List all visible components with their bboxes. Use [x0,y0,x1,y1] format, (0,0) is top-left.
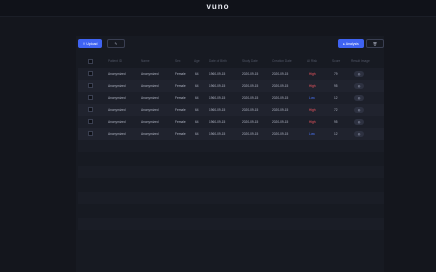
table-row[interactable]: Anonymized Anonymized Female 64 1960-09-… [78,116,384,128]
creation-date-cell: 2020-09-15 [272,108,289,112]
result-image-button[interactable]: ◍ [354,131,364,137]
row-checkbox[interactable] [88,71,93,76]
age-cell: 64 [195,120,199,124]
ai-risk-cell: High [309,84,316,88]
age-cell: 64 [195,108,199,112]
study-date-cell: 2020-09-15 [242,96,259,100]
app-logo: vuno [206,2,230,11]
header-age[interactable]: Age [194,55,200,67]
header-ai-risk[interactable]: AI Risk [307,55,317,67]
score-cell: 12 [334,96,338,100]
upload-button[interactable]: ⇧ Upload [78,39,102,48]
table-row[interactable]: Anonymized Anonymized Female 64 1960-09-… [78,80,384,92]
creation-date-cell: 2020-09-15 [272,84,289,88]
study-date-cell: 2020-09-15 [242,108,259,112]
sex-cell: Female [175,108,186,112]
ai-risk-cell: Low [309,132,315,136]
dob-cell: 1960-09-15 [209,84,226,88]
sex-cell: Female [175,96,186,100]
select-all-checkbox[interactable] [88,59,93,64]
row-checkbox[interactable] [88,119,93,124]
study-date-cell: 2020-09-15 [242,132,259,136]
table-row[interactable]: Anonymized Anonymized Female 64 1960-09-… [78,92,384,104]
patient-id-cell: Anonymized [108,120,126,124]
name-cell: Anonymized [141,108,159,112]
patient-id-cell: Anonymized [108,108,126,112]
row-checkbox[interactable] [88,83,93,88]
creation-date-cell: 2020-09-15 [272,132,289,136]
trash-icon: 🗑 [372,41,378,46]
age-cell: 64 [195,96,199,100]
table-row[interactable]: Anonymized Anonymized Female 64 1960-09-… [78,128,384,140]
ai-risk-cell: High [309,108,316,112]
name-cell: Anonymized [141,120,159,124]
result-image-button[interactable]: ◍ [354,83,364,89]
score-cell: 95 [334,120,338,124]
score-cell: 95 [334,84,338,88]
dob-cell: 1960-09-15 [209,120,226,124]
sex-cell: Female [175,72,186,76]
row-checkbox[interactable] [88,131,93,136]
table-row[interactable]: Anonymized Anonymized Female 64 1960-09-… [78,68,384,80]
study-date-cell: 2020-09-15 [242,72,259,76]
dob-cell: 1960-09-15 [209,132,226,136]
table-row[interactable]: Anonymized Anonymized Female 64 1960-09-… [78,104,384,116]
analysis-button[interactable]: ▸ Analysis [338,39,364,48]
empty-row [78,218,384,230]
creation-date-cell: 2020-09-15 [272,120,289,124]
delete-button[interactable]: 🗑 [366,39,384,48]
empty-row [78,166,384,178]
sex-cell: Female [175,120,186,124]
header-patient-id[interactable]: Patient ID [108,55,122,67]
age-cell: 64 [195,84,199,88]
score-cell: 72 [334,108,338,112]
dob-cell: 1960-09-15 [209,72,226,76]
name-cell: Anonymized [141,72,159,76]
table-header: Patient ID Name Sex Age Date of Birth St… [78,55,384,67]
header-creation-date[interactable]: Creation Date [272,55,292,67]
sex-cell: Female [175,84,186,88]
header-result-image[interactable]: Result Image [351,55,370,67]
header-dob[interactable]: Date of Birth [209,55,227,67]
header-score[interactable]: Score [332,55,340,67]
name-cell: Anonymized [141,132,159,136]
study-date-cell: 2020-09-15 [242,84,259,88]
ai-risk-cell: High [309,72,316,76]
result-image-button[interactable]: ◍ [354,119,364,125]
header-name[interactable]: Name [141,55,150,67]
result-image-button[interactable]: ◍ [354,95,364,101]
name-cell: Anonymized [141,84,159,88]
patient-id-cell: Anonymized [108,84,126,88]
ai-risk-cell: High [309,120,316,124]
empty-row [78,140,384,152]
creation-date-cell: 2020-09-15 [272,96,289,100]
score-cell: 79 [334,72,338,76]
header-study-date[interactable]: Study Date [242,55,258,67]
creation-date-cell: 2020-09-15 [272,72,289,76]
row-checkbox[interactable] [88,107,93,112]
age-cell: 64 [195,72,199,76]
study-date-cell: 2020-09-15 [242,120,259,124]
row-checkbox[interactable] [88,95,93,100]
age-cell: 64 [195,132,199,136]
top-bar: vuno [0,0,436,17]
dob-cell: 1960-09-15 [209,96,226,100]
dob-cell: 1960-09-15 [209,108,226,112]
patient-id-cell: Anonymized [108,72,126,76]
pencil-icon: ✎ [114,41,118,46]
patient-id-cell: Anonymized [108,96,126,100]
sex-cell: Female [175,132,186,136]
header-sex[interactable]: Sex [175,55,181,67]
ai-risk-cell: Low [309,96,315,100]
result-image-button[interactable]: ◍ [354,107,364,113]
patient-id-cell: Anonymized [108,132,126,136]
name-cell: Anonymized [141,96,159,100]
score-cell: 12 [334,132,338,136]
result-image-button[interactable]: ◍ [354,71,364,77]
edit-button[interactable]: ✎ [107,39,125,48]
empty-row [78,192,384,204]
